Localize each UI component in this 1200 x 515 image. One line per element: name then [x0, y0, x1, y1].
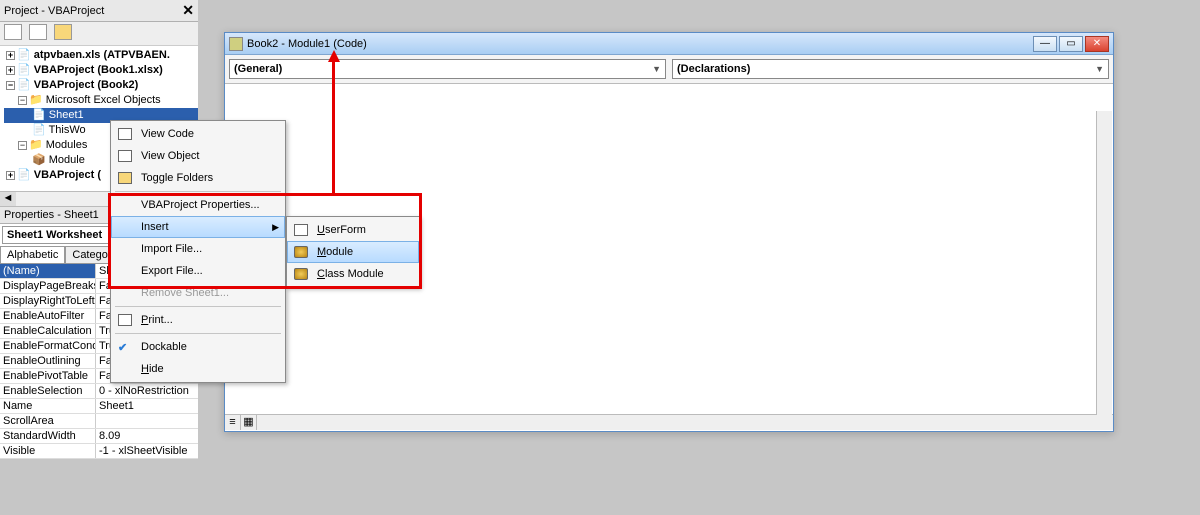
minimize-button[interactable]: — [1033, 36, 1057, 52]
menu-separator [115, 306, 281, 307]
menu-export-file[interactable]: Export File... [111, 260, 285, 282]
object-dropdown[interactable]: (General)▼ [229, 59, 666, 79]
submenu-userform[interactable]: UserForm [287, 219, 419, 241]
vertical-scrollbar[interactable] [1096, 111, 1112, 415]
menu-remove: Remove Sheet1... [111, 282, 285, 304]
chevron-down-icon: ▼ [652, 64, 661, 74]
close-icon[interactable]: ✕ [182, 2, 194, 19]
context-menu: View Code View Object Toggle Folders VBA… [110, 120, 286, 383]
menu-view-code[interactable]: View Code [111, 123, 285, 145]
horizontal-scrollbar[interactable] [257, 415, 1113, 430]
menu-toggle-folders[interactable]: Toggle Folders [111, 167, 285, 189]
prop-row[interactable]: EnableSelection0 - xlNoRestriction [0, 384, 198, 399]
prop-row[interactable]: StandardWidth8.09 [0, 429, 198, 444]
tree-node-excel-objects[interactable]: −📁 Microsoft Excel Objects [4, 93, 198, 108]
submenu-module[interactable]: Module [287, 241, 419, 263]
menu-dockable[interactable]: ✔Dockable [111, 336, 285, 358]
prop-row[interactable]: Visible-1 - xlSheetVisible [0, 444, 198, 459]
code-window-titlebar[interactable]: Book2 - Module1 (Code) — ▭ ✕ [225, 33, 1113, 55]
code-window-bottom: ≡ ▦ [225, 414, 1113, 430]
tree-node-book1[interactable]: +📄 VBAProject (Book1.xlsx) [4, 63, 198, 78]
procedure-dropdown[interactable]: (Declarations)▼ [672, 59, 1109, 79]
insert-submenu: UserForm Module Class Module [286, 216, 420, 288]
view-object-icon[interactable] [29, 24, 47, 40]
submenu-class-module[interactable]: Class Module [287, 263, 419, 285]
full-module-view-icon[interactable]: ▦ [241, 415, 257, 430]
menu-hide[interactable]: Hide [111, 358, 285, 380]
prop-row[interactable]: NameSheet1 [0, 399, 198, 414]
tab-alphabetic[interactable]: Alphabetic [0, 246, 65, 263]
chevron-down-icon: ▼ [1095, 64, 1104, 74]
menu-insert[interactable]: Insert▶ [111, 216, 285, 238]
menu-separator [115, 333, 281, 334]
menu-print[interactable]: Print... [111, 309, 285, 331]
menu-import-file[interactable]: Import File... [111, 238, 285, 260]
close-button[interactable]: ✕ [1085, 36, 1109, 52]
maximize-button[interactable]: ▭ [1059, 36, 1083, 52]
project-toolbar [0, 22, 198, 46]
menu-separator [115, 191, 281, 192]
code-window-dropdowns: (General)▼ (Declarations)▼ [225, 55, 1113, 84]
project-explorer-title: Project - VBAProject [4, 5, 104, 17]
module-icon [229, 37, 243, 51]
tree-node-book2[interactable]: −📄 VBAProject (Book2) [4, 78, 198, 93]
procedure-view-icon[interactable]: ≡ [225, 415, 241, 430]
tree-node-atpvbaen[interactable]: +📄 atpvbaen.xls (ATPVBAEN. [4, 48, 198, 63]
prop-row[interactable]: ScrollArea [0, 414, 198, 429]
menu-vbaproject-properties[interactable]: VBAProject Properties... [111, 194, 285, 216]
view-code-icon[interactable] [4, 24, 22, 40]
submenu-arrow-icon: ▶ [272, 222, 279, 233]
menu-view-object[interactable]: View Object [111, 145, 285, 167]
toggle-folders-icon[interactable] [54, 24, 72, 40]
project-explorer-titlebar: Project - VBAProject ✕ [0, 0, 198, 22]
code-window-title: Book2 - Module1 (Code) [247, 38, 1033, 50]
